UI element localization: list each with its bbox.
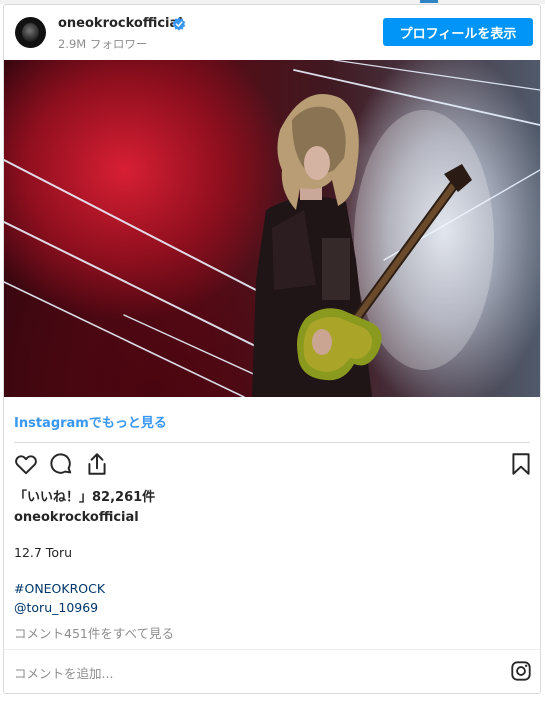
verified-badge-icon <box>172 17 186 31</box>
share-icon[interactable] <box>84 451 110 477</box>
caption-text: 12.7 Toru <box>14 545 73 560</box>
post-header: oneokrockofficial 2.9M フォロワー プロフィールを表示 <box>4 5 540 60</box>
divider <box>14 442 530 443</box>
hashtag-link[interactable]: #ONEOKROCK <box>14 581 105 596</box>
mention-link[interactable]: @toru_10969 <box>14 600 98 615</box>
instagram-embed-card: oneokrockofficial 2.9M フォロワー プロフィールを表示 I… <box>3 4 541 694</box>
comment-bubble-icon[interactable] <box>48 451 74 477</box>
follower-count: 2.9M フォロワー <box>58 37 148 51</box>
stage-scene-illustration <box>4 60 540 397</box>
caption-username[interactable]: oneokrockofficial <box>14 510 139 525</box>
avatar-image <box>22 23 39 42</box>
like-count[interactable]: 「いいね！」82,261件 <box>14 486 155 505</box>
add-comment-field[interactable]: コメントを追加... <box>14 663 113 682</box>
view-all-comments-link[interactable]: コメント451件をすべて見る <box>14 623 174 642</box>
view-more-on-instagram-link[interactable]: Instagramでもっと見る <box>14 412 167 431</box>
username[interactable]: oneokrockofficial <box>58 16 183 31</box>
view-profile-button[interactable]: プロフィールを表示 <box>383 18 533 46</box>
top-edge-accent <box>420 0 438 3</box>
instagram-logo-icon[interactable] <box>510 660 532 682</box>
post-photo[interactable] <box>4 60 540 397</box>
heart-icon[interactable] <box>13 451 39 477</box>
avatar[interactable] <box>15 17 46 48</box>
divider <box>4 649 540 650</box>
bookmark-icon[interactable] <box>508 451 534 477</box>
